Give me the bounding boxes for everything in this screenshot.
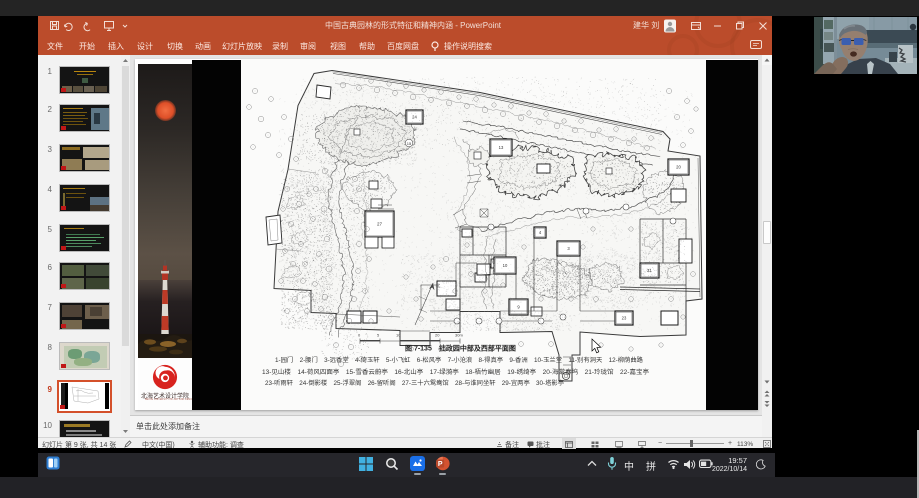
svg-text:13: 13 <box>499 145 504 150</box>
svg-text:20: 20 <box>676 164 681 169</box>
svg-text:20: 20 <box>435 332 440 337</box>
svg-text:27: 27 <box>377 221 383 226</box>
svg-text:15: 15 <box>407 141 412 146</box>
svg-text:图 7-135 拙政园中部及西部平面图: 图 7-135 拙政园中部及西部平面图 <box>405 343 516 352</box>
svg-text:23-听雨轩 24-倒影楼 25-浮翠阁 26-留听阁 27: 23-听雨轩 24-倒影楼 25-浮翠阁 26-留听阁 27-三十六鸳鸯馆 28… <box>265 379 564 387</box>
svg-text:10: 10 <box>396 332 401 337</box>
svg-text:24: 24 <box>412 114 417 119</box>
svg-text:10: 10 <box>503 263 508 268</box>
svg-text:P: P <box>438 461 443 468</box>
svg-text:13-见山楼 14-荷风四面亭 15-雪香云蔚亭 16-北山: 13-见山楼 14-荷风四面亭 15-雪香云蔚亭 16-北山亭 17-绿漪亭 1… <box>262 368 649 376</box>
svg-text:1-园门 2-腰门 3-远香堂 4-倚玉轩 5-小飞虹 6-: 1-园门 2-腰门 3-远香堂 4-倚玉轩 5-小飞虹 6-松风亭 7-小沧浪 … <box>275 356 643 364</box>
svg-text:23: 23 <box>622 315 627 320</box>
svg-text:30m: 30m <box>455 332 463 337</box>
